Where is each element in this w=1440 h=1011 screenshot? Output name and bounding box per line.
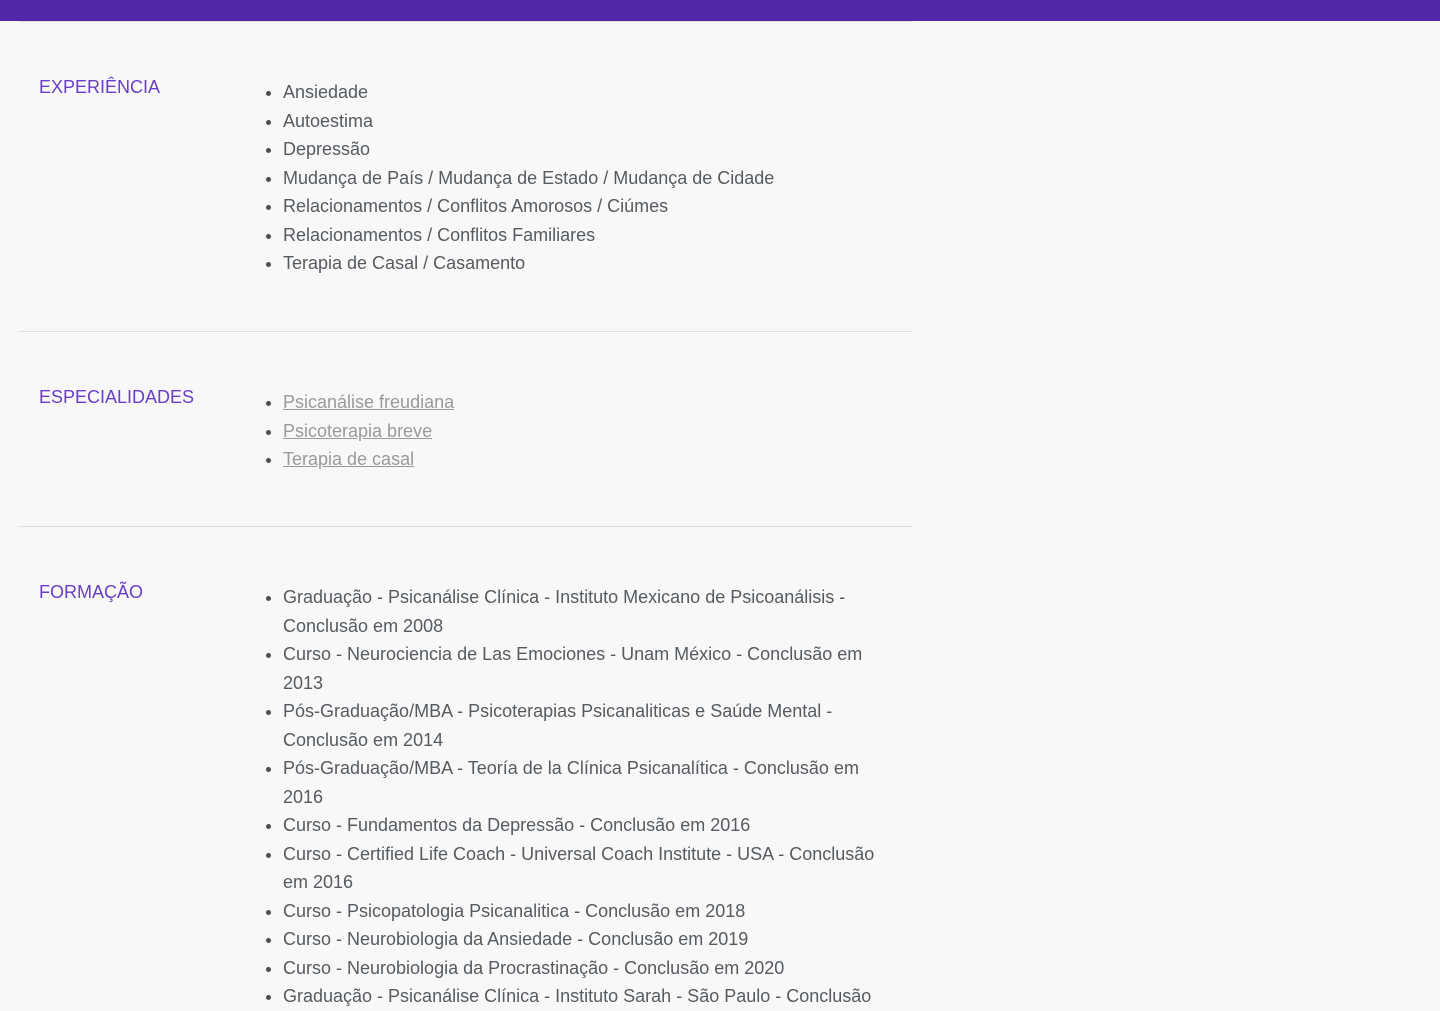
top-header-bar	[0, 0, 1440, 21]
list-item: Autoestima	[283, 107, 903, 136]
list-item: Mudança de País / Mudança de Estado / Mu…	[283, 164, 903, 193]
education-section: FORMAÇÃO Graduação - Psicanálise Clínica…	[19, 527, 912, 1006]
list-item: Psicoterapia breve	[283, 417, 903, 446]
list-item: Curso - Neurociencia de Las Emociones - …	[283, 640, 903, 697]
list-item: Terapia de Casal / Casamento	[283, 249, 903, 278]
list-item: Ansiedade	[283, 78, 903, 107]
list-item: Pós-Graduação/MBA - Psicoterapias Psican…	[283, 697, 903, 754]
specialty-link-psicoterapia[interactable]: Psicoterapia breve	[283, 421, 432, 441]
list-item: Curso - Neurobiologia da Procrastinação …	[283, 954, 903, 983]
list-item: Relacionamentos / Conflitos Familiares	[283, 221, 903, 250]
specialties-list: Psicanálise freudiana Psicoterapia breve…	[263, 388, 903, 474]
list-item: Relacionamentos / Conflitos Amorosos / C…	[283, 192, 903, 221]
specialties-heading: ESPECIALIDADES	[39, 387, 195, 407]
experience-heading: EXPERIÊNCIA	[39, 77, 161, 97]
list-item: Curso - Fundamentos da Depressão - Concl…	[283, 811, 903, 840]
profile-details: EXPERIÊNCIA Ansiedade Autoestima Depress…	[19, 21, 912, 1006]
specialty-link-terapia-casal[interactable]: Terapia de casal	[283, 449, 414, 469]
list-item: Pós-Graduação/MBA - Teoría de la Clínica…	[283, 754, 903, 811]
specialty-link-psicanalise[interactable]: Psicanálise freudiana	[283, 392, 454, 412]
education-list: Graduação - Psicanálise Clínica - Instit…	[263, 583, 903, 1011]
list-item: Curso - Certified Life Coach - Universal…	[283, 840, 903, 897]
education-heading: FORMAÇÃO	[39, 582, 144, 602]
experience-section: EXPERIÊNCIA Ansiedade Autoestima Depress…	[19, 22, 912, 332]
list-item: Curso - Psicopatologia Psicanalitica - C…	[283, 897, 903, 926]
list-item: Graduação - Psicanálise Clínica - Instit…	[283, 982, 903, 1011]
list-item: Graduação - Psicanálise Clínica - Instit…	[283, 583, 903, 640]
list-item: Depressão	[283, 135, 903, 164]
experience-list: Ansiedade Autoestima Depressão Mudança d…	[263, 78, 903, 278]
list-item: Psicanálise freudiana	[283, 388, 903, 417]
list-item: Curso - Neurobiologia da Ansiedade - Con…	[283, 925, 903, 954]
specialties-section: ESPECIALIDADES Psicanálise freudiana Psi…	[19, 332, 912, 527]
list-item: Terapia de casal	[283, 445, 903, 474]
